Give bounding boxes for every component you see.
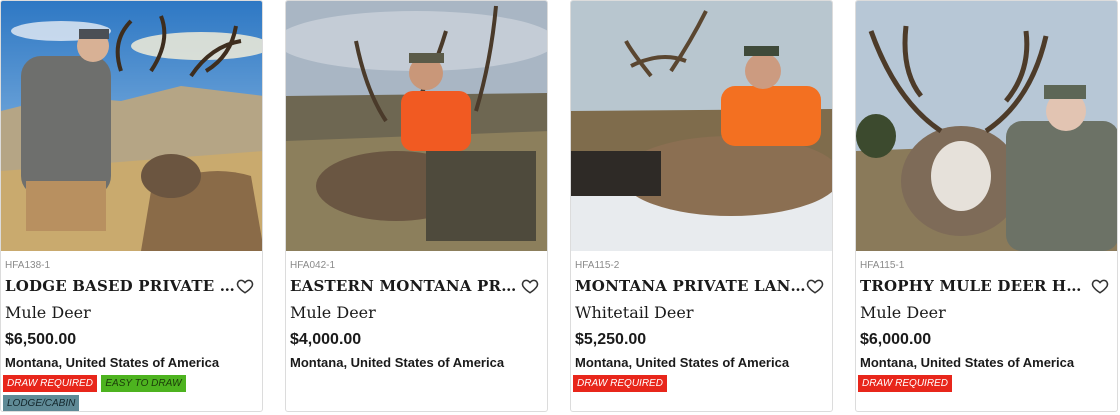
listing-species: Mule Deer: [860, 303, 946, 322]
listing-sku: HFA042-1: [290, 260, 336, 271]
listing-photo[interactable]: [571, 1, 832, 251]
listing-price: $5,250.00: [575, 331, 647, 348]
tag-lodge-cabin: LODGE/CABIN: [3, 395, 80, 411]
listing-card[interactable]: HFA115-1 TROPHY MULE DEER HUNT IN MONTAN…: [855, 0, 1118, 412]
listing-photo[interactable]: [856, 1, 1117, 251]
listing-price: $4,000.00: [290, 331, 362, 348]
listing-price: $6,000.00: [860, 331, 932, 348]
heart-outline-icon[interactable]: [806, 277, 824, 295]
listing-photo[interactable]: [1, 1, 262, 251]
tag-draw-required: DRAW REQUIRED: [573, 375, 667, 392]
listing-location: Montana, United States of America: [860, 355, 1075, 370]
listing-sku: HFA115-1: [860, 260, 905, 271]
tag-draw-required: DRAW REQUIRED: [3, 375, 97, 392]
listing-sku: HFA115-2: [575, 260, 620, 271]
listing-location: Montana, United States of America: [5, 355, 220, 370]
listing-tags: DRAW REQUIRED: [858, 375, 1116, 395]
listing-title[interactable]: TROPHY MULE DEER HUNT IN MONTANA: [860, 277, 1092, 295]
heart-outline-icon[interactable]: [236, 277, 254, 295]
listing-location: Montana, United States of America: [290, 355, 505, 370]
listing-sku: HFA138-1: [5, 260, 51, 271]
tag-easy-to-draw: EASY TO DRAW: [101, 375, 186, 392]
listing-card[interactable]: HFA042-1 EASTERN MONTANA PRIVATE LAND MU…: [285, 0, 548, 412]
listing-title[interactable]: LODGE BASED PRIVATE LAND MULE DEER HUNT: [5, 277, 237, 295]
listing-species: Mule Deer: [290, 303, 376, 322]
heart-outline-icon[interactable]: [1091, 277, 1109, 295]
listing-location: Montana, United States of America: [575, 355, 790, 370]
listing-species: Mule Deer: [5, 303, 91, 322]
listing-card[interactable]: HFA115-2 MONTANA PRIVATE LAND TROPHY WHI…: [570, 0, 833, 412]
listing-species: Whitetail Deer: [575, 303, 694, 322]
tag-draw-required: DRAW REQUIRED: [858, 375, 952, 392]
listing-tags: DRAW REQUIRED: [573, 375, 831, 395]
listing-card[interactable]: HFA138-1 LODGE BASED PRIVATE LAND MULE D…: [0, 0, 263, 412]
heart-outline-icon[interactable]: [521, 277, 539, 295]
listing-tags: DRAW REQUIRED EASY TO DRAW LODGE/CABIN: [3, 375, 261, 411]
listing-price: $6,500.00: [5, 331, 77, 348]
listing-photo[interactable]: [286, 1, 547, 251]
listing-title[interactable]: MONTANA PRIVATE LAND TROPHY WHITETAIL HU…: [575, 277, 807, 295]
listing-title[interactable]: EASTERN MONTANA PRIVATE LAND MULE DEER H…: [290, 277, 522, 295]
listing-grid: HFA138-1 LODGE BASED PRIVATE LAND MULE D…: [0, 0, 1120, 415]
